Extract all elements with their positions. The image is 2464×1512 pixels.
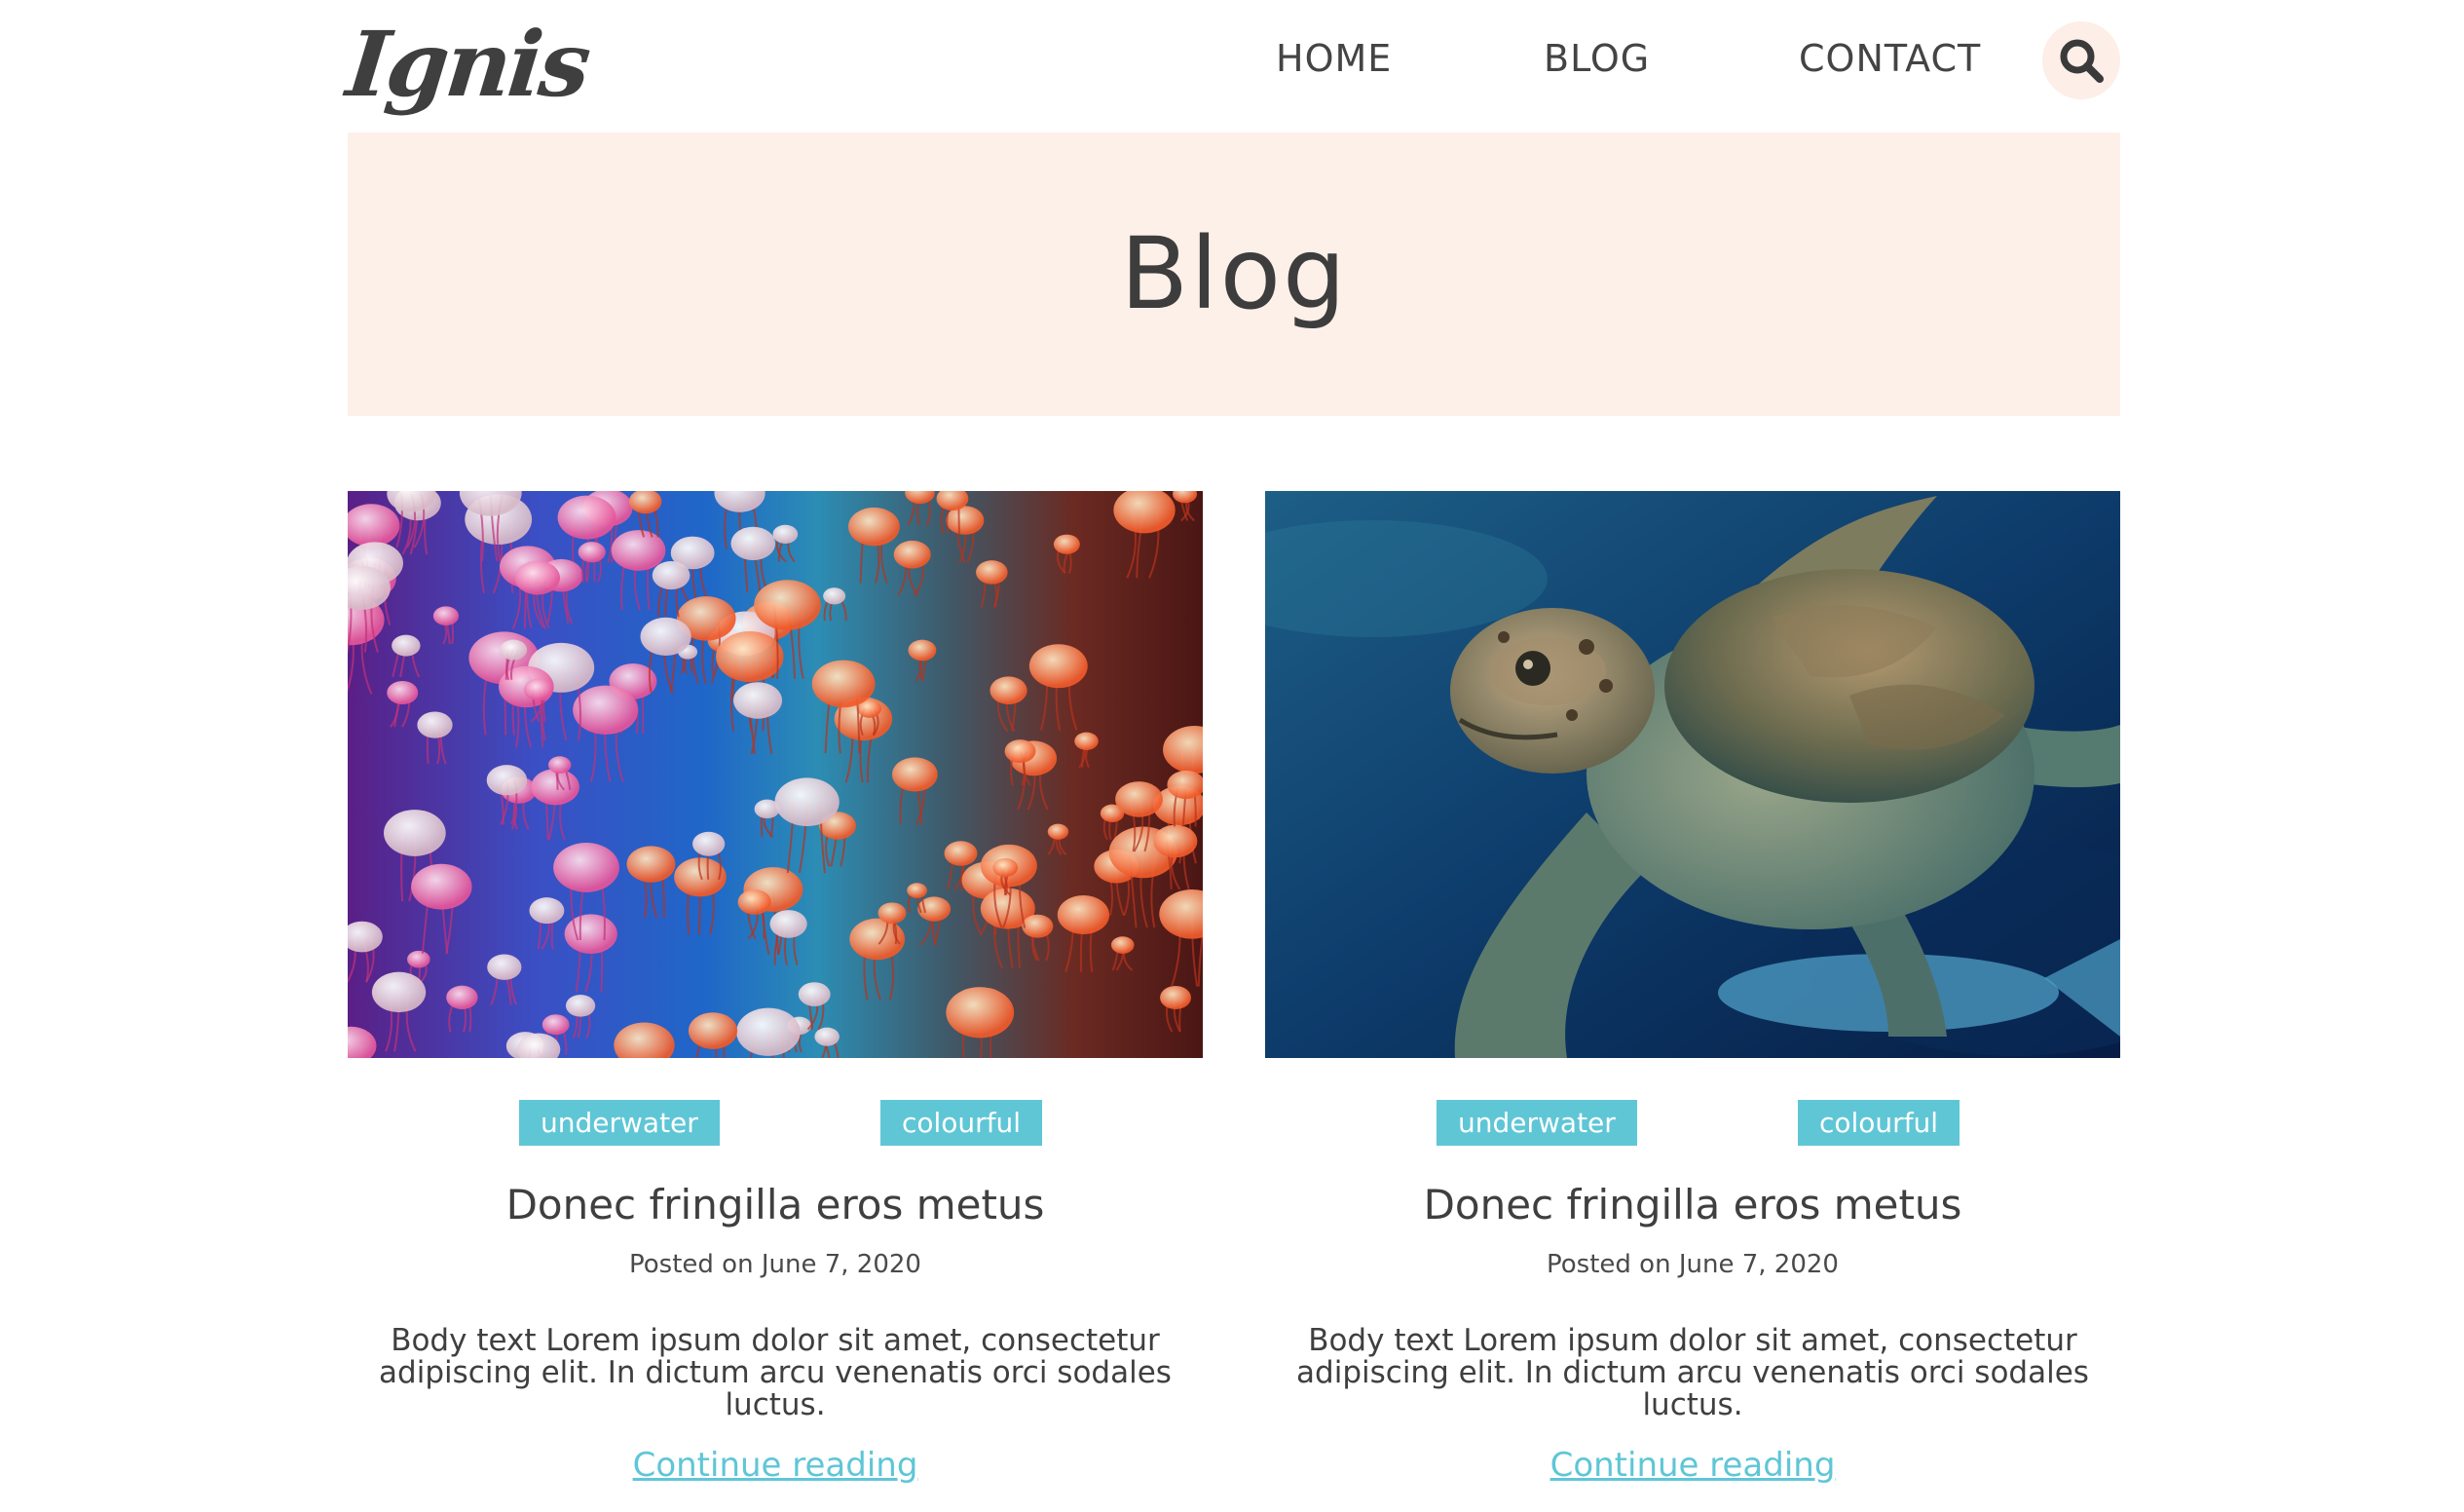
post-title[interactable]: Donec fringilla eros metus [1265, 1181, 2120, 1228]
jellyfish-bell [407, 950, 430, 968]
jellyfish-bell [891, 757, 938, 792]
jellyfish-bell [1047, 823, 1069, 840]
jellyfish-bell [446, 985, 478, 1009]
jellyfish-bell [387, 681, 419, 704]
jellyfish-bell [716, 630, 784, 683]
post-image-turtle[interactable] [1265, 491, 2120, 1058]
post-title[interactable]: Donec fringilla eros metus [348, 1181, 1203, 1228]
jellyfish-bell [893, 540, 931, 569]
post-card: underwater colourful Donec fringilla ero… [1265, 491, 2120, 1512]
page-title: Blog [1120, 216, 1348, 332]
jellyfish-bell [907, 883, 927, 898]
jellyfish-bell [411, 863, 472, 910]
jellyfish-bell [487, 954, 522, 980]
jellyfish-bell [486, 765, 528, 796]
jellyfish-bell [944, 841, 978, 866]
tag-underwater[interactable]: underwater [1437, 1100, 1637, 1146]
jellyfish-bell [877, 902, 907, 925]
nav-home[interactable]: HOME [1276, 37, 1392, 80]
jellyfish-bell [989, 676, 1027, 705]
jellyfish-bell [523, 678, 554, 701]
jellyfish-bell [1115, 781, 1163, 817]
post-date: Posted on June 7, 2020 [1547, 1250, 1839, 1279]
post-image-jellyfish[interactable] [348, 491, 1203, 1058]
jellyfish-bell [565, 994, 596, 1017]
post-excerpt-line: Body text Lorem ipsum dolor sit amet, co… [1308, 1323, 2077, 1358]
search-button[interactable] [2042, 21, 2120, 99]
jellyfish-bell [1160, 986, 1191, 1009]
jellyfish-bell [733, 682, 783, 719]
tag-underwater[interactable]: underwater [519, 1100, 720, 1146]
jellyfish-bell [1110, 936, 1135, 954]
jellyfish-bell [976, 560, 1008, 585]
jellyfish-bell [772, 524, 799, 544]
jellyfish-bell [1004, 739, 1036, 764]
post-card: underwater colourful Donec fringilla ero… [348, 491, 1203, 1512]
jellyfish-bell [754, 580, 821, 630]
jellyfish-bell [730, 526, 776, 561]
hero-banner: Blog [348, 132, 2120, 416]
jellyfish-bell [371, 971, 427, 1013]
jellyfish-bell [432, 606, 459, 626]
jellyfish-bell [1057, 894, 1110, 934]
page: Ignis HOME BLOG CONTACT Blog underwater … [0, 0, 2464, 1512]
continue-reading-link[interactable]: Continue reading [1265, 1446, 2120, 1485]
site-header: Ignis HOME BLOG CONTACT [342, 0, 2120, 132]
jellyfish-bell [736, 1007, 801, 1056]
nav-contact[interactable]: CONTACT [1799, 37, 1981, 80]
jellyfish-bell [1028, 644, 1088, 689]
jellyfish-bell [737, 889, 771, 915]
jellyfish-bell [392, 634, 421, 657]
post-date: Posted on June 7, 2020 [629, 1250, 921, 1279]
jellyfish-bell [798, 982, 831, 1006]
post-excerpt-line: adipiscing elit. In dictum arcu venenati… [379, 1355, 1172, 1422]
jellyfish-bell [553, 843, 619, 892]
jellyfish-bell [557, 495, 616, 540]
jellyfish-bell [384, 810, 446, 856]
post-excerpt: Body text Lorem ipsum dolor sit amet, co… [348, 1325, 1203, 1421]
jellyfish-bell [692, 831, 726, 856]
continue-reading-link[interactable]: Continue reading [348, 1446, 1203, 1485]
jellyfish-bell [578, 542, 606, 563]
jellyfish-bell [811, 660, 876, 708]
jellyfish-bell [541, 1014, 570, 1036]
jellyfish-bell [814, 1027, 840, 1046]
jellyfish-bell [823, 587, 846, 605]
jellyfish-bell [529, 897, 565, 925]
jellyfish-bell [769, 910, 807, 938]
post-excerpt: Body text Lorem ipsum dolor sit amet, co… [1265, 1325, 2120, 1421]
jellyfish-bell [946, 987, 1015, 1039]
jellyfish-bell [573, 685, 639, 735]
jellyfish-bell [1153, 824, 1198, 858]
page-container: Ignis HOME BLOG CONTACT Blog underwater … [342, 0, 2120, 1512]
nav-blog[interactable]: BLOG [1544, 37, 1650, 80]
jellyfish-bell [640, 617, 691, 656]
jellyfish-bell [514, 560, 560, 595]
jellyfish-bell [848, 507, 900, 547]
jellyfish-bell [547, 756, 572, 774]
jellyfish-bell [688, 1012, 738, 1049]
jellyfish-bell [1074, 732, 1099, 750]
jellyfish-bell [1053, 534, 1080, 554]
jellyfish-bell [626, 846, 676, 883]
search-icon [2060, 39, 2104, 83]
post-excerpt-line: adipiscing elit. In dictum arcu venenati… [1296, 1355, 2089, 1422]
site-logo[interactable]: Ignis [342, 12, 592, 117]
jellyfish-bell [500, 639, 528, 661]
tag-colourful[interactable]: colourful [880, 1100, 1043, 1146]
jellyfish-bell [417, 711, 453, 738]
post-excerpt-line: Body text Lorem ipsum dolor sit amet, co… [391, 1323, 1160, 1358]
jellyfish-bell [1022, 914, 1054, 938]
jellyfish-bell [531, 769, 579, 806]
jellyfish-bell [908, 639, 937, 662]
jellyfish-bell [652, 561, 691, 590]
tag-colourful[interactable]: colourful [1798, 1100, 1960, 1146]
jellyfish-bell [992, 858, 1019, 878]
jellyfish-bell [774, 777, 840, 827]
